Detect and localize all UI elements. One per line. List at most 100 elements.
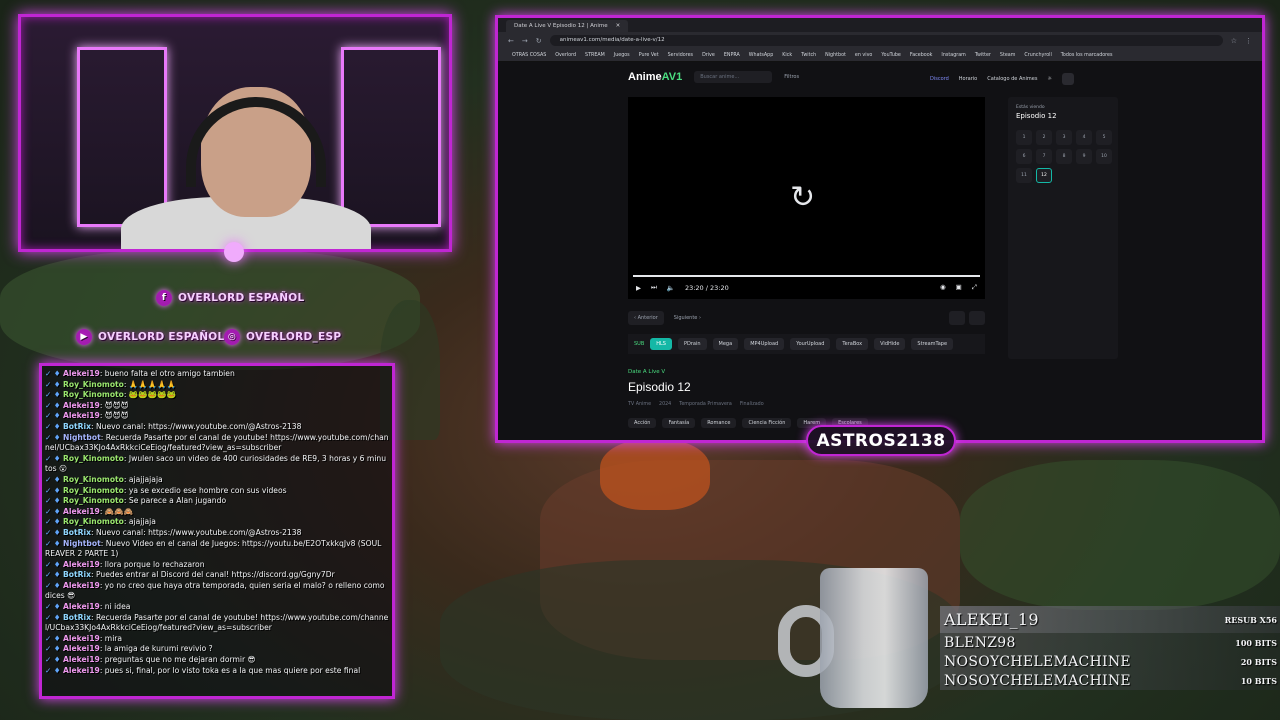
chat-username[interactable]: Alekei19 xyxy=(63,401,100,410)
eye-icon[interactable] xyxy=(949,311,965,325)
bookmark-item[interactable]: YouTube xyxy=(881,53,901,58)
bookmark-item[interactable]: Todos los marcadores xyxy=(1061,53,1113,58)
bookmark-item[interactable]: Facebook xyxy=(910,53,933,58)
anime-title[interactable]: Date A Live V xyxy=(628,369,665,375)
episode-button[interactable]: 6 xyxy=(1016,149,1032,164)
chat-message: ✓ ♦ Alekei19: 😈😈😈 xyxy=(45,401,389,412)
bookmark-item[interactable]: Overlord xyxy=(555,53,576,58)
bookmark-item[interactable]: Drive xyxy=(702,53,715,58)
video-player[interactable]: ↻ ▶ ⏭ 🔈 23:20 / 23:20 ◉ ▣ ⤢ xyxy=(628,97,985,299)
chat-username[interactable]: Roy_Kinomoto xyxy=(63,390,124,399)
replay-icon[interactable]: ↻ xyxy=(790,180,815,215)
episode-button[interactable]: 9 xyxy=(1076,149,1092,164)
episode-button[interactable]: 5 xyxy=(1096,130,1112,145)
server-button[interactable]: StreamTape xyxy=(911,338,954,350)
episode-button[interactable]: 11 xyxy=(1016,168,1032,183)
chat-username[interactable]: Alekei19 xyxy=(63,655,100,664)
chat-username[interactable]: Roy_Kinomoto xyxy=(63,486,124,495)
episode-button[interactable]: 8 xyxy=(1056,149,1072,164)
bookmark-item[interactable]: Instagram xyxy=(941,53,965,58)
bookmark-item[interactable]: Kick xyxy=(782,53,792,58)
nav-discord[interactable]: Discord xyxy=(930,76,949,82)
server-button[interactable]: Mega xyxy=(712,338,739,350)
episode-button[interactable]: 7 xyxy=(1036,149,1052,164)
chat-username[interactable]: BotRix xyxy=(63,570,91,579)
bookmark-item[interactable]: Juegos xyxy=(614,53,630,58)
filters-button[interactable]: Filtros xyxy=(784,74,799,80)
server-button[interactable]: PDrain xyxy=(678,338,707,350)
bookmark-item[interactable]: Pure Vet xyxy=(639,53,659,58)
bookmark-item[interactable]: Steam xyxy=(1000,53,1016,58)
star-icon[interactable]: ☆ xyxy=(1231,37,1237,45)
server-button[interactable]: VidHide xyxy=(874,338,906,350)
server-button[interactable]: YourUpload xyxy=(790,338,831,350)
genre-tag[interactable]: Fantasía xyxy=(662,418,696,428)
genre-tag[interactable]: Ciencia Ficción xyxy=(742,418,792,428)
chat-username[interactable]: BotRix xyxy=(63,422,91,431)
theme-toggle-icon[interactable]: ☼ xyxy=(1047,76,1051,82)
chat-username[interactable]: Alekei19 xyxy=(63,581,100,590)
episode-button[interactable]: 4 xyxy=(1076,130,1092,145)
server-button[interactable]: TeraBox xyxy=(836,338,869,350)
bookmark-item[interactable]: WhatsApp xyxy=(749,53,773,58)
play-icon[interactable]: ▶ xyxy=(636,284,641,292)
download-icon[interactable] xyxy=(969,311,985,325)
menu-icon[interactable]: ⋮ xyxy=(1245,37,1252,45)
chat-username[interactable]: Alekei19 xyxy=(63,411,100,420)
chat-username[interactable]: Roy_Kinomoto xyxy=(63,517,124,526)
bookmark-item[interactable]: Twitch xyxy=(801,53,816,58)
chat-username[interactable]: BotRix xyxy=(63,528,91,537)
site-logo[interactable]: AnimeAV1 xyxy=(628,71,682,83)
chat-username[interactable]: Alekei19 xyxy=(63,560,100,569)
nav-catalog[interactable]: Catalogo de Animes xyxy=(987,76,1037,82)
genre-tag[interactable]: Acción xyxy=(628,418,657,428)
bookmark-item[interactable]: Nightbot xyxy=(825,53,846,58)
bookmark-item[interactable]: OTRAS COSAS xyxy=(512,53,546,58)
chat-username[interactable]: Roy_Kinomoto xyxy=(63,496,124,505)
episode-button[interactable]: 3 xyxy=(1056,130,1072,145)
episode-button[interactable]: 2 xyxy=(1036,130,1052,145)
bookmark-item[interactable]: STREAM xyxy=(585,53,605,58)
close-icon[interactable]: ✕ xyxy=(616,23,621,29)
chat-username[interactable]: Alekei19 xyxy=(63,507,100,516)
chat-username[interactable]: Roy_Kinomoto xyxy=(63,475,124,484)
chat-username[interactable]: Alekei19 xyxy=(63,602,100,611)
skip-icon[interactable]: ⏭ xyxy=(651,283,657,292)
bookmark-item[interactable]: Twitter xyxy=(975,53,991,58)
server-button[interactable]: HLS xyxy=(650,338,672,350)
prev-episode-button[interactable]: ‹ Anterior xyxy=(628,311,664,325)
nav-schedule[interactable]: Horario xyxy=(959,76,977,82)
fullscreen-icon[interactable]: ⤢ xyxy=(972,283,977,292)
forward-icon[interactable]: → xyxy=(522,37,528,45)
reload-icon[interactable]: ↻ xyxy=(536,37,542,45)
chat-username[interactable]: Alekei19 xyxy=(63,634,100,643)
search-input[interactable]: Buscar anime... xyxy=(694,71,773,83)
server-button[interactable]: MP4Upload xyxy=(744,338,785,350)
chat-username[interactable]: Alekei19 xyxy=(63,644,100,653)
bookmark-item[interactable]: en vivo xyxy=(855,53,872,58)
browser-tab[interactable]: Date A Live V Episodio 12 | Anime ✕ xyxy=(506,20,629,32)
badge-icons: ✓ ♦ xyxy=(45,506,63,516)
bookmark-item[interactable]: ENPRA xyxy=(724,53,740,58)
progress-bar[interactable] xyxy=(633,275,980,277)
bookmark-item[interactable]: Crunchyroll xyxy=(1024,53,1051,58)
url-field[interactable]: animeav1.com/media/date-a-live-v/12 xyxy=(549,35,1223,46)
episode-button[interactable]: 10 xyxy=(1096,149,1112,164)
chat-username[interactable]: Roy_Kinomoto xyxy=(63,380,124,389)
chat-username[interactable]: Nightbot xyxy=(63,539,101,548)
chat-username[interactable]: BotRix xyxy=(63,613,91,622)
episode-button[interactable]: 1 xyxy=(1016,130,1032,145)
chat-username[interactable]: Alekei19 xyxy=(63,369,100,378)
genre-tag[interactable]: Romance xyxy=(701,418,737,428)
pip-icon[interactable]: ▣ xyxy=(956,283,962,292)
next-episode-button[interactable]: Siguiente › xyxy=(674,315,701,321)
episode-button[interactable]: 12 xyxy=(1036,168,1052,183)
user-avatar[interactable] xyxy=(1061,73,1074,85)
volume-icon[interactable]: 🔈 xyxy=(667,284,675,292)
chat-username[interactable]: Nightbot xyxy=(63,433,101,442)
chat-username[interactable]: Alekei19 xyxy=(63,666,100,675)
bookmark-item[interactable]: Servidores xyxy=(668,53,693,58)
back-icon[interactable]: ← xyxy=(508,37,514,45)
screenshot-icon[interactable]: ◉ xyxy=(940,283,946,292)
chat-username[interactable]: Roy_Kinomoto xyxy=(63,454,124,463)
